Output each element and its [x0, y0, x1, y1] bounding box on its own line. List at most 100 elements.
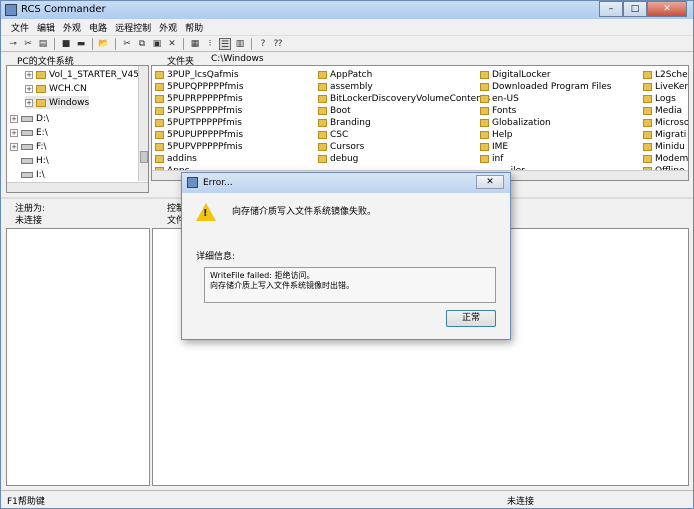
tree-item[interactable]: + E:\ — [10, 126, 48, 139]
close-button[interactable]: ✕ — [647, 1, 687, 17]
expand-icon[interactable]: + — [25, 70, 33, 79]
tree-vertical-scrollbar[interactable] — [138, 66, 148, 181]
connection-info: 注册为: 未连接 — [15, 203, 45, 227]
menu-remote[interactable]: 远程控制 — [111, 19, 155, 34]
folder-icon — [36, 98, 46, 107]
tree-item[interactable]: I:\ — [21, 168, 45, 181]
list-item[interactable]: Downloaded Program Files — [480, 81, 611, 93]
list-item[interactable]: L2Scher — [643, 69, 688, 81]
expand-icon[interactable]: + — [10, 128, 18, 137]
expand-icon[interactable]: + — [25, 84, 33, 93]
scrollbar-thumb[interactable] — [140, 151, 148, 163]
folder-icon — [480, 71, 489, 79]
expand-icon[interactable]: + — [10, 114, 18, 123]
list-item[interactable]: Logs — [643, 93, 676, 105]
paste-icon[interactable]: ▣ — [151, 38, 163, 50]
list-item[interactable]: Media — [643, 105, 682, 117]
folder-icon — [155, 71, 164, 79]
connect-icon[interactable]: ⊸ — [7, 38, 19, 50]
list-item[interactable]: 5PUPSPPPPPfmis — [155, 105, 242, 117]
tree-item[interactable]: H:\ — [21, 154, 49, 167]
stop-icon[interactable]: ■ — [60, 38, 72, 50]
folder-icon — [318, 83, 327, 91]
drive-icon — [21, 143, 33, 150]
list-item[interactable]: Branding — [318, 117, 371, 129]
list-item[interactable]: Microso — [643, 117, 688, 129]
list-item[interactable]: CSC — [318, 129, 348, 141]
tree-item[interactable]: + F:\ — [10, 140, 47, 153]
folder-icon — [155, 119, 164, 127]
folder-icon — [643, 131, 652, 139]
list-item[interactable]: addins — [155, 153, 197, 165]
drive-icon[interactable]: ▤ — [37, 38, 49, 50]
list-item[interactable]: 5PUPTPPPPPfmis — [155, 117, 242, 129]
detail-textbox[interactable]: WriteFile failed: 拒绝访问。 向存储介质上写入文件系统镜像时出… — [204, 267, 496, 303]
list-item[interactable]: 5PUPVPPPPPfmis — [155, 141, 243, 153]
detail-label: 详细信息: — [196, 252, 236, 262]
registered-value: 未连接 — [15, 216, 43, 226]
list-item[interactable]: Globalization — [480, 117, 551, 129]
tree-item[interactable]: + Vol_1_STARTER_V45_ — [25, 68, 144, 81]
folder-icon — [480, 95, 489, 103]
list-item[interactable]: Migrati — [643, 129, 686, 141]
details-view-icon[interactable]: ▥ — [234, 38, 246, 50]
list-item[interactable]: Boot — [318, 105, 351, 117]
list-item[interactable]: Cursors — [318, 141, 364, 153]
toolbar-separator — [115, 37, 116, 50]
list-item[interactable]: Modem — [643, 153, 688, 165]
ok-button[interactable]: 正常 — [446, 310, 496, 327]
list-item[interactable]: Fonts — [480, 105, 516, 117]
menu-help[interactable]: 帮助 — [181, 19, 207, 34]
list-item[interactable]: 5PUPQPPPPPfmis — [155, 81, 244, 93]
list-item[interactable]: en-US — [480, 93, 519, 105]
list-item[interactable]: inf — [480, 153, 503, 165]
large-icons-icon[interactable]: ▦ — [189, 38, 201, 50]
expand-icon[interactable]: + — [25, 98, 33, 107]
list-item[interactable]: 3PUP_lcsQafmis — [155, 69, 239, 81]
list-item[interactable]: AppPatch — [318, 69, 372, 81]
cut-icon[interactable]: ✂ — [121, 38, 133, 50]
current-path: C:\Windows — [211, 54, 264, 64]
small-icons-icon[interactable]: ⁝ — [204, 38, 216, 50]
open-folder-icon[interactable]: 📂 — [98, 38, 110, 50]
title-bar: RCS Commander – □ ✕ — [1, 1, 693, 19]
dialog-title: Error... — [203, 178, 233, 188]
expand-icon[interactable]: + — [10, 142, 18, 151]
menu-file[interactable]: 文件 — [7, 19, 33, 34]
list-item[interactable]: LiveKer — [643, 81, 688, 93]
list-item[interactable]: Help — [480, 129, 513, 141]
card-icon[interactable]: ▬ — [75, 38, 87, 50]
status-bar: F1帮助键 未连接 — [1, 490, 693, 508]
list-item[interactable]: 5PUPRPPPPPfmis — [155, 93, 243, 105]
menu-view[interactable]: 外观 — [59, 19, 85, 34]
list-item[interactable]: Minidu — [643, 141, 685, 153]
disconnect-icon[interactable]: ✂ — [22, 38, 34, 50]
list-item[interactable]: 5PUPUPPPPPfmis — [155, 129, 243, 141]
list-item[interactable]: IME — [480, 141, 508, 153]
tree-item[interactable]: + D:\ — [10, 112, 49, 125]
list-item[interactable]: assembly — [318, 81, 373, 93]
minimize-button[interactable]: – — [599, 1, 623, 17]
folder-icon — [480, 107, 489, 115]
context-help-icon[interactable]: ⁇ — [272, 38, 284, 50]
menu-edit[interactable]: 编辑 — [33, 19, 59, 34]
dialog-close-button[interactable]: ✕ — [476, 175, 504, 189]
help-icon[interactable]: ? — [257, 38, 269, 50]
folder-icon — [480, 143, 489, 151]
tree-item-selected[interactable]: + Windows — [25, 96, 90, 109]
menu-view-2[interactable]: 外观 — [155, 19, 181, 34]
list-view-icon[interactable]: ☰ — [219, 37, 231, 50]
delete-icon[interactable]: ✕ — [166, 38, 178, 50]
menu-circuit[interactable]: 电路 — [85, 19, 111, 34]
maximize-button[interactable]: □ — [623, 1, 647, 17]
list-item[interactable]: BitLockerDiscoveryVolumeContents — [318, 93, 490, 105]
list-item[interactable]: DigitalLocker — [480, 69, 551, 81]
folder-icon — [36, 70, 46, 79]
detail-line: 向存储介质上写入文件系统镜像时出错。 — [210, 281, 354, 290]
folder-icon — [480, 119, 489, 127]
folder-icon — [155, 107, 164, 115]
list-item[interactable]: debug — [318, 153, 358, 165]
copy-icon[interactable]: ⧉ — [136, 38, 148, 50]
tree-item[interactable]: + WCH.CN — [25, 82, 87, 95]
tree-horizontal-scrollbar[interactable] — [7, 182, 148, 192]
